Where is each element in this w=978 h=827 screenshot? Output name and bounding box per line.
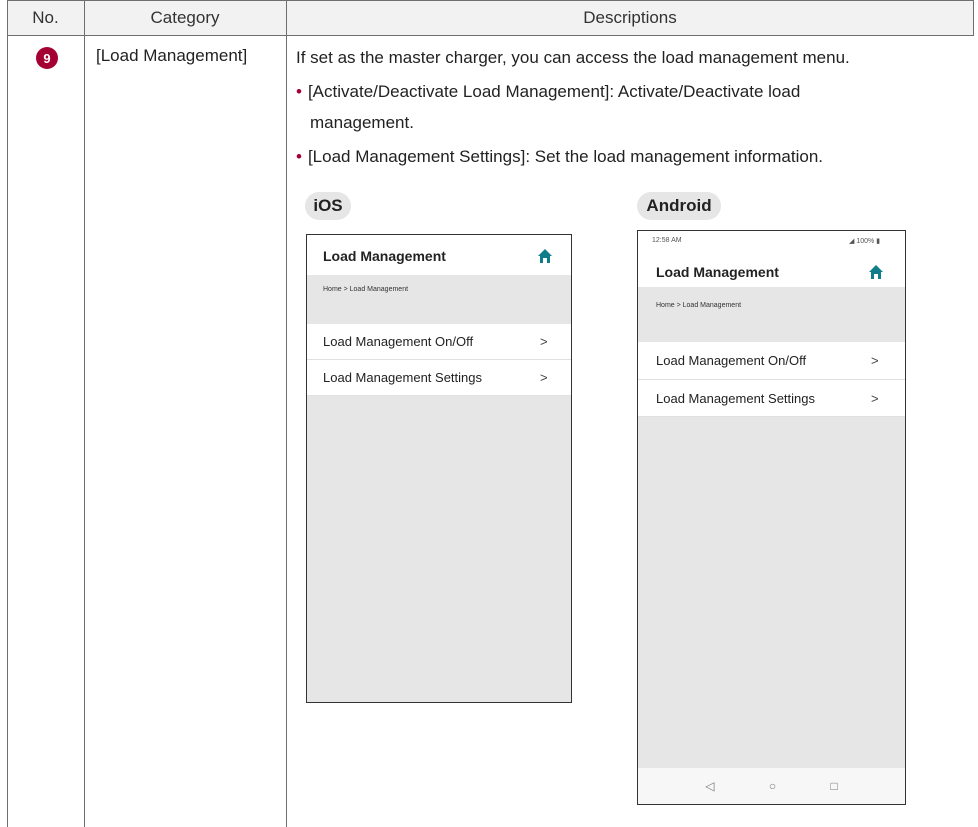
- menu-item-label: Load Management Settings: [656, 390, 815, 406]
- ios-phone-mockup: Load Management Home > Load Management L…: [306, 234, 572, 703]
- bullet-2-text: [Load Management Settings]: Set the load…: [307, 147, 823, 166]
- android-page-title: Load Management: [656, 264, 779, 280]
- battery-icon: ▮: [876, 238, 881, 245]
- ios-menu-item-settings[interactable]: Load Management Settings >: [307, 360, 571, 396]
- back-icon[interactable]: ◁: [705, 779, 714, 793]
- android-app-header: 12:58 AM ◢ 100% ▮ Load Management: [638, 231, 905, 287]
- bullet-1-continued: management.: [310, 113, 414, 132]
- bullet-dot: •: [296, 147, 302, 166]
- header-descriptions: Descriptions: [583, 8, 677, 27]
- grid-line: [7, 0, 8, 827]
- bullet-dot: •: [296, 82, 302, 101]
- chevron-right-icon: >: [540, 370, 548, 385]
- row-number-badge: 9: [36, 47, 58, 69]
- signal-icon: ◢: [849, 238, 855, 245]
- chevron-right-icon: >: [540, 334, 548, 349]
- ios-menu-item-onoff[interactable]: Load Management On/Off >: [307, 324, 571, 360]
- header-no: No.: [32, 8, 59, 27]
- menu-item-label: Load Management Settings: [323, 370, 482, 385]
- home-icon[interactable]: [868, 264, 884, 280]
- menu-item-label: Load Management On/Off: [656, 353, 807, 368]
- ios-page-title: Load Management: [323, 248, 446, 264]
- ios-app-header: Load Management: [307, 235, 571, 275]
- bullet-2: • [Load Management Settings]: Set the loa…: [296, 147, 823, 167]
- android-menu-item-settings[interactable]: Load Management Settings >: [638, 380, 905, 417]
- grid-line: [286, 0, 287, 827]
- home-circle-icon[interactable]: ○: [769, 779, 776, 793]
- android-nav-bar: ◁ ○ □: [638, 768, 905, 804]
- android-phone-mockup: 12:58 AM ◢ 100% ▮ Load Management Home >…: [637, 230, 906, 805]
- category-label: [Load Management]: [96, 46, 248, 65]
- android-breadcrumb[interactable]: Home > Load Management: [656, 302, 741, 309]
- android-tag: Android: [637, 192, 721, 220]
- ios-tag: iOS: [305, 192, 351, 220]
- chevron-right-icon: >: [871, 353, 879, 368]
- chevron-right-icon: >: [871, 390, 879, 406]
- android-menu: Load Management On/Off > Load Management…: [638, 342, 905, 417]
- status-battery: ◢ 100% ▮: [849, 237, 880, 245]
- ios-breadcrumb[interactable]: Home > Load Management: [323, 286, 408, 293]
- menu-item-label: Load Management On/Off: [323, 334, 474, 349]
- grid-line: [84, 0, 85, 827]
- intro-text: If set as the master charger, you can ac…: [296, 48, 850, 67]
- bullet-1-text: [Activate/Deactivate Load Management]: A…: [307, 82, 801, 101]
- android-menu-item-onoff[interactable]: Load Management On/Off >: [638, 342, 905, 380]
- header-category: Category: [150, 8, 220, 27]
- battery-percent: 100%: [856, 238, 875, 245]
- home-icon[interactable]: [537, 248, 553, 264]
- grid-line: [973, 0, 974, 36]
- recent-apps-icon[interactable]: □: [831, 779, 838, 793]
- status-time: 12:58 AM: [652, 237, 682, 244]
- ios-menu: Load Management On/Off > Load Management…: [307, 324, 571, 396]
- bullet-1: • [Activate/Deactivate Load Management]: …: [296, 82, 800, 102]
